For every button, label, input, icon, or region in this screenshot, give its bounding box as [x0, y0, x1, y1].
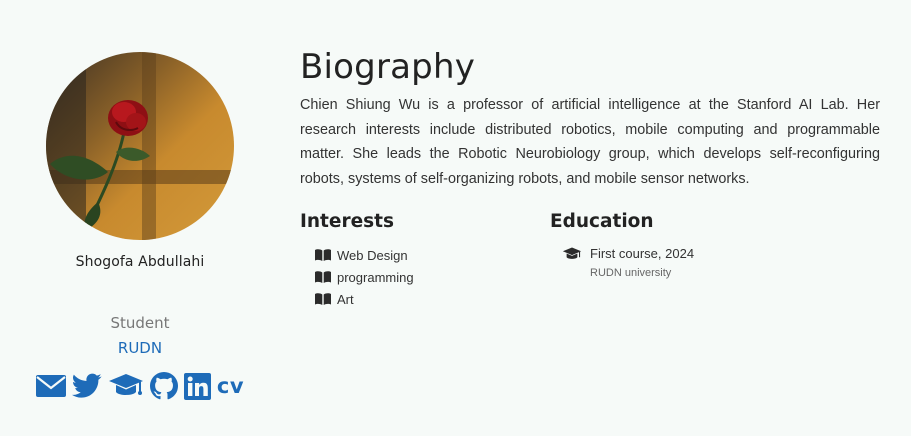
list-item: Web Design: [315, 244, 540, 266]
interest-label: programming: [337, 269, 414, 285]
interests-title: Interests: [300, 211, 394, 232]
interest-label: Web Design: [337, 247, 408, 263]
book-icon: [315, 249, 331, 261]
graduation-cap-icon: [562, 247, 582, 259]
book-icon: [315, 271, 331, 283]
biography-text: Chien Shiung Wu is a professor of artifi…: [300, 97, 880, 187]
cv-label: cv: [216, 373, 245, 398]
twitter-icon[interactable]: [71, 371, 102, 401]
organization-link[interactable]: RUDN: [118, 339, 162, 357]
book-icon: [315, 293, 331, 305]
interests-list: Web Design programming Art: [300, 244, 540, 310]
interests-section: Interests Web Design programming Art: [300, 210, 540, 310]
list-item: Art: [315, 288, 540, 310]
avatar: [46, 52, 234, 240]
envelope-icon[interactable]: [35, 371, 66, 401]
github-icon[interactable]: [149, 371, 178, 401]
list-item: First course, 2024 RUDN university: [550, 245, 880, 281]
biography-title: Biography: [300, 47, 476, 87]
interest-label: Art: [337, 291, 354, 307]
graduation-cap-icon[interactable]: [108, 371, 144, 401]
cv-icon[interactable]: cv: [217, 371, 244, 401]
education-section: Education First course, 2024 RUDN univer…: [550, 210, 880, 281]
education-course: First course, 2024: [590, 246, 695, 261]
education-entry: First course, 2024 RUDN university: [590, 245, 694, 281]
list-item: programming: [315, 266, 540, 288]
education-institution: RUDN university: [590, 267, 672, 279]
profile-name: Shogofa Abdullahi: [75, 254, 205, 270]
profile-role: Student: [110, 314, 170, 332]
biography-section: Biography Chien Shiung Wu is a professor…: [300, 44, 880, 191]
profile-card: Shogofa Abdullahi Student RUDN cv: [28, 52, 252, 401]
social-links: cv: [35, 371, 244, 401]
education-title: Education: [550, 211, 654, 232]
linkedin-icon[interactable]: [183, 371, 211, 401]
